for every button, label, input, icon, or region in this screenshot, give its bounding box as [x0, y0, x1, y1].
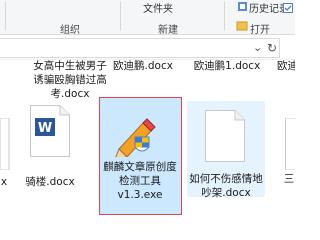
word-doc-icon: [0, 118, 10, 170]
ribbon-separator: [120, 2, 121, 30]
pencil-shield-exe-icon: [115, 118, 156, 157]
file-item-name[interactable]: 女高中生被男子 诱骗殴胸错过高 考.docx: [30, 59, 110, 101]
ribbon-separator: [224, 2, 225, 30]
ribbon: 组织 文件夹 新建 历史记录 打开: [0, 0, 295, 36]
new-folder-button[interactable]: 文件夹: [143, 0, 173, 15]
word-doc-icon: [285, 118, 295, 170]
history-icon: [238, 2, 247, 11]
refresh-icon[interactable]: ↻: [267, 41, 277, 55]
chevron-down-icon[interactable]: ⌄: [253, 41, 262, 54]
file-item-name[interactable]: 如何不伤感情地 吵架.docx: [189, 172, 263, 200]
file-item-name[interactable]: 欧迪鹏1.docx: [187, 59, 267, 73]
word-doc-icon: W: [30, 105, 70, 157]
file-item-name[interactable]: 骑楼.docx: [18, 175, 82, 189]
svg-text:W: W: [38, 121, 52, 136]
checkbox-icon[interactable]: [283, 3, 294, 14]
file-item-name[interactable]: 欧迪: [277, 59, 295, 73]
open-icon: [236, 21, 248, 31]
ribbon-group-new-label: 新建: [158, 25, 178, 36]
ribbon-group-open-label: 打开: [250, 25, 270, 36]
address-bar[interactable]: ⌄ ↻: [0, 38, 280, 58]
file-item-name[interactable]: 欧迪鹏.docx: [108, 59, 178, 73]
address-row: ⌄ ↻: [0, 35, 295, 60]
word-doc-icon: [205, 110, 245, 162]
file-item-name[interactable]: 麒麟文章原创度 检测工具 v1.3.exe: [100, 160, 180, 202]
ribbon-separator: [5, 2, 6, 30]
ribbon-group-organize-label: 组织: [60, 25, 80, 36]
file-item-name[interactable]: 三: [283, 172, 295, 186]
file-item-name[interactable]: x: [0, 175, 8, 189]
